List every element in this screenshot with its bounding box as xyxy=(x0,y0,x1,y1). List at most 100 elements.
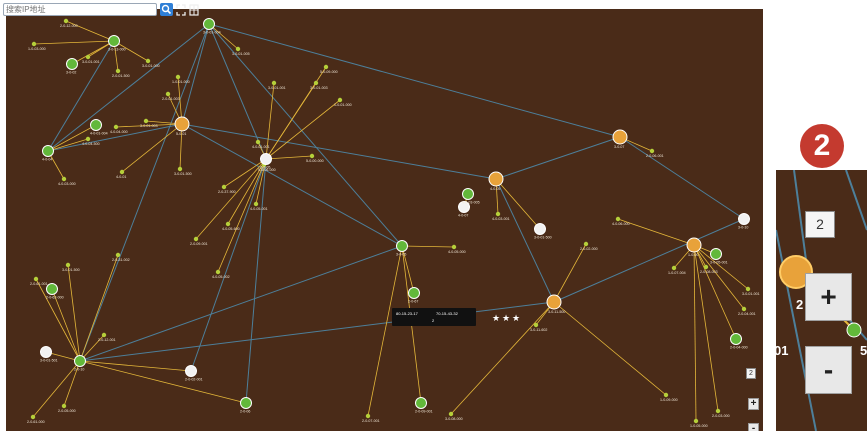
mini-zoom-out-button[interactable]: - xyxy=(748,423,759,431)
fullscreen-button[interactable] xyxy=(176,3,186,16)
network-node[interactable] xyxy=(715,408,721,414)
network-node[interactable] xyxy=(221,184,227,190)
network-node[interactable] xyxy=(649,148,655,154)
network-node[interactable] xyxy=(30,414,36,420)
network-node[interactable] xyxy=(253,201,259,207)
network-node[interactable] xyxy=(115,252,121,258)
network-node[interactable] xyxy=(583,241,589,247)
network-node[interactable] xyxy=(108,35,120,47)
network-node[interactable] xyxy=(730,333,742,345)
layout-button[interactable] xyxy=(189,3,199,16)
network-node[interactable] xyxy=(175,74,181,80)
network-node[interactable] xyxy=(693,418,699,424)
network-node[interactable] xyxy=(462,188,474,200)
zoom-out-button[interactable]: - xyxy=(805,346,852,394)
node-tooltip: 80-15-23-17 70-15-43-32 2 xyxy=(392,308,476,326)
network-node[interactable] xyxy=(738,213,750,225)
network-node[interactable] xyxy=(671,265,677,271)
node-label: 3-0-01-003 xyxy=(140,124,158,128)
network-node[interactable] xyxy=(85,136,91,142)
ip-search-input[interactable] xyxy=(6,4,154,15)
search-button[interactable] xyxy=(160,3,173,16)
network-node[interactable] xyxy=(101,332,107,338)
ip-search-bar[interactable] xyxy=(3,3,157,16)
network-node[interactable] xyxy=(408,287,420,299)
network-node[interactable] xyxy=(546,294,562,310)
network-graph[interactable]: 2-0-12-000 1-0-03-000 3-0-13-000 3-0-01-001… xyxy=(6,9,763,431)
network-node[interactable] xyxy=(396,240,408,252)
node-label: 2-0-06-001 xyxy=(646,154,664,158)
zoomed-green-node xyxy=(846,322,862,338)
network-node[interactable] xyxy=(533,322,539,328)
callout-number-badge: 2 xyxy=(800,124,844,168)
network-node[interactable] xyxy=(215,269,221,275)
network-node[interactable] xyxy=(225,221,231,227)
network-node[interactable] xyxy=(451,244,457,250)
network-node[interactable] xyxy=(741,306,747,312)
network-node[interactable] xyxy=(40,346,52,358)
network-node[interactable] xyxy=(235,46,241,52)
network-node[interactable] xyxy=(145,58,151,64)
node-label: 3-0-08-000 xyxy=(445,417,463,421)
network-node[interactable] xyxy=(115,68,121,74)
mini-zoom-in-button[interactable]: + xyxy=(748,398,759,410)
zoom-in-button[interactable]: + xyxy=(805,273,852,321)
network-node[interactable] xyxy=(495,211,501,217)
network-node[interactable] xyxy=(74,355,86,367)
network-node[interactable] xyxy=(66,58,78,70)
network-node[interactable] xyxy=(143,118,149,124)
network-node[interactable] xyxy=(65,262,71,268)
network-node[interactable] xyxy=(85,54,91,60)
network-node[interactable] xyxy=(240,397,252,409)
mini-zoom-counter: 2 xyxy=(746,368,756,379)
network-topology-map[interactable]: 2-0-12-000 1-0-03-000 3-0-13-000 3-0-01-001… xyxy=(6,9,763,431)
network-node[interactable] xyxy=(534,223,546,235)
node-label: 2-0-05 xyxy=(260,166,270,170)
network-node[interactable] xyxy=(31,41,37,47)
network-node[interactable] xyxy=(46,283,58,295)
network-node[interactable] xyxy=(663,392,669,398)
node-label: 4-0-04-000 xyxy=(110,130,128,134)
node-label: 5-0-00-000 xyxy=(306,159,324,163)
network-node[interactable] xyxy=(61,176,67,182)
network-node[interactable] xyxy=(365,413,371,419)
network-node[interactable] xyxy=(185,365,197,377)
network-node[interactable] xyxy=(703,264,709,270)
network-node[interactable] xyxy=(488,171,504,187)
node-label: 3-0-05-001 xyxy=(710,261,728,265)
network-node[interactable] xyxy=(313,80,319,86)
network-node[interactable] xyxy=(61,403,67,409)
node-label: 4-0-03-001 xyxy=(492,217,510,221)
network-node[interactable] xyxy=(710,248,722,260)
network-node[interactable] xyxy=(309,153,315,159)
network-node[interactable] xyxy=(42,145,54,157)
network-node[interactable] xyxy=(177,166,183,172)
network-node[interactable] xyxy=(612,129,628,145)
network-node[interactable] xyxy=(113,124,119,130)
network-link xyxy=(495,136,621,180)
network-node[interactable] xyxy=(615,216,621,222)
zoomed-label-digit: 2 xyxy=(796,297,804,312)
node-label: 3-0-05 xyxy=(396,253,406,257)
network-node[interactable] xyxy=(165,91,171,97)
cluster-link xyxy=(217,158,267,273)
node-label: 2-0-01-500 xyxy=(112,74,130,78)
network-node[interactable] xyxy=(33,276,39,282)
network-node[interactable] xyxy=(260,153,272,165)
network-node[interactable] xyxy=(337,97,343,103)
network-node[interactable] xyxy=(448,411,454,417)
node-label: 2-0-61-000 xyxy=(27,420,45,424)
cluster-link xyxy=(79,360,247,404)
network-node[interactable] xyxy=(63,18,69,24)
network-node[interactable] xyxy=(203,18,215,30)
network-node[interactable] xyxy=(119,169,125,175)
network-node[interactable] xyxy=(271,80,277,86)
network-node[interactable] xyxy=(415,397,427,409)
network-node[interactable] xyxy=(323,64,329,70)
network-node[interactable] xyxy=(90,119,102,131)
network-node[interactable] xyxy=(686,237,702,253)
network-node[interactable] xyxy=(193,236,199,242)
network-node[interactable] xyxy=(174,116,190,132)
network-node[interactable] xyxy=(255,139,261,145)
network-node[interactable] xyxy=(745,286,751,292)
